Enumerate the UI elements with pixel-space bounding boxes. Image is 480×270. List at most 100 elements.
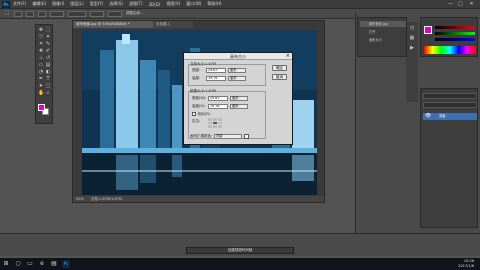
- history-snapshot[interactable]: 城市夜景.jpg: [360, 21, 406, 27]
- close-window-button[interactable]: ✕: [467, 1, 476, 8]
- menu-window[interactable]: 窗口(W): [186, 1, 201, 7]
- photoshop-logo: Ps: [2, 0, 10, 8]
- anchor-cell[interactable]: [213, 118, 217, 121]
- style-select[interactable]: [68, 10, 86, 17]
- properties-panel-icon[interactable]: ▦: [409, 36, 415, 41]
- shape-tool-icon[interactable]: ▢: [45, 84, 51, 89]
- eraser-icon[interactable]: ▭: [38, 63, 44, 68]
- path-select-icon[interactable]: ➤: [38, 84, 44, 89]
- cancel-button[interactable]: 取消: [272, 74, 287, 80]
- type-tool-icon[interactable]: T: [45, 77, 51, 82]
- zoom-level[interactable]: 50%: [76, 197, 84, 201]
- healing-brush-icon[interactable]: ✚: [38, 49, 44, 54]
- height-field[interactable]: [108, 10, 122, 17]
- red-slider[interactable]: [435, 26, 475, 29]
- minimize-button[interactable]: —: [446, 1, 455, 8]
- anchor-cell[interactable]: [208, 125, 212, 128]
- menu-3d[interactable]: 3D(D): [149, 2, 161, 7]
- create-video-timeline-button[interactable]: 创建视频时间轴: [186, 247, 294, 254]
- menu-type[interactable]: 类型(Y): [90, 1, 104, 7]
- taskbar-clock[interactable]: 10:26 2017/1/6: [458, 259, 474, 269]
- layers-panel: 背景 👁: [420, 88, 478, 228]
- magic-wand-icon[interactable]: ✦: [45, 35, 51, 40]
- maximize-button[interactable]: □: [456, 1, 465, 8]
- canvas-size-dialog: 画布大小 × 当前大小:1.67M 宽度: 29.63 厘米 高度: 19.76…: [183, 52, 293, 145]
- layer-row-background[interactable]: 背景: [423, 113, 477, 120]
- browser-icon[interactable]: e: [38, 260, 46, 268]
- history-step[interactable]: 画布大小: [360, 37, 406, 43]
- anchor-cell[interactable]: [213, 125, 217, 128]
- layer-filter-select[interactable]: [423, 93, 477, 99]
- pen-tool-icon[interactable]: ✒: [38, 77, 44, 82]
- color-fg-swatch[interactable]: [424, 26, 432, 34]
- ok-button[interactable]: 确定: [272, 65, 287, 71]
- hand-tool-icon[interactable]: ✋: [38, 91, 44, 96]
- panel-icon-strip: ◷ ▦ ▶: [406, 22, 418, 102]
- folder-icon[interactable]: ▤: [50, 260, 58, 268]
- selection-mode-new[interactable]: [14, 10, 22, 17]
- current-width-label: 宽度:: [192, 68, 201, 72]
- document-tab-2[interactable]: 未标题-1: [153, 21, 193, 28]
- new-width-unit-select[interactable]: 厘米: [230, 96, 248, 101]
- actions-panel-icon[interactable]: ▶: [409, 46, 415, 51]
- menu-layer[interactable]: 图层(L): [70, 1, 83, 7]
- crop-tool-icon[interactable]: ⌗: [38, 42, 44, 47]
- relative-checkbox[interactable]: [192, 112, 196, 116]
- clone-stamp-icon[interactable]: ⊥: [38, 56, 44, 61]
- menu-image[interactable]: 图像(I): [52, 1, 64, 7]
- brush-tool-icon[interactable]: ✐: [45, 49, 51, 54]
- marquee-tool-icon[interactable]: ⬚: [45, 28, 51, 33]
- menu-select[interactable]: 选择(S): [109, 1, 123, 7]
- zoom-tool-icon[interactable]: ⌕: [45, 91, 51, 96]
- selection-mode-add[interactable]: [26, 10, 34, 17]
- anchor-cell-selected[interactable]: [213, 121, 217, 125]
- history-panel-icon[interactable]: ◷: [409, 26, 415, 31]
- anchor-cell[interactable]: [218, 118, 222, 121]
- anchor-cell[interactable]: [208, 121, 212, 125]
- menu-help[interactable]: 帮助(H): [207, 1, 221, 7]
- menu-edit[interactable]: 编辑(E): [32, 1, 46, 7]
- anchor-label: 定位:: [192, 119, 201, 123]
- task-view-icon[interactable]: ▭: [26, 260, 34, 268]
- refine-edge-button[interactable]: 调整边缘...: [126, 11, 143, 16]
- anchor-grid[interactable]: [208, 118, 222, 128]
- visibility-eye-icon[interactable]: 👁: [425, 114, 431, 119]
- photoshop-taskbar-icon[interactable]: Ps: [62, 260, 70, 268]
- lasso-tool-icon[interactable]: ➰: [38, 35, 44, 40]
- menu-file[interactable]: 文件(F): [13, 1, 26, 7]
- menu-view[interactable]: 视图(V): [166, 1, 180, 7]
- dialog-close-icon[interactable]: ×: [286, 53, 290, 60]
- dodge-tool-icon[interactable]: ◐: [45, 70, 51, 75]
- green-slider[interactable]: [435, 32, 475, 35]
- new-height-unit-select[interactable]: 厘米: [230, 104, 248, 109]
- new-width-field[interactable]: 29.63: [208, 96, 228, 101]
- menu-filter[interactable]: 滤镜(T): [129, 1, 143, 7]
- current-height-unit: 厘米: [228, 76, 246, 81]
- color-spectrum[interactable]: [424, 46, 476, 54]
- selection-mode-subtract[interactable]: [38, 10, 46, 17]
- ext-color-swatch[interactable]: [244, 134, 249, 139]
- history-step[interactable]: 打开: [360, 29, 406, 35]
- document-tab[interactable]: 城市夜景.jpg @ 50%(RGB/8#) *: [73, 21, 153, 28]
- blur-tool-icon[interactable]: ◔: [38, 70, 44, 75]
- foreground-color-swatch[interactable]: [38, 104, 45, 111]
- history-brush-icon[interactable]: ↺: [45, 56, 51, 61]
- anchor-cell[interactable]: [218, 125, 222, 128]
- new-height-field[interactable]: 19.76: [208, 104, 228, 109]
- feather-field[interactable]: [50, 10, 64, 17]
- marquee-tool-icon[interactable]: ⬚: [4, 11, 10, 16]
- move-tool-icon[interactable]: ✥: [38, 28, 44, 33]
- ext-color-select[interactable]: 背景: [214, 134, 242, 139]
- dialog-title: 画布大小: [184, 53, 292, 60]
- current-size-label: 当前大小:1.67M: [190, 62, 216, 66]
- blue-slider[interactable]: [435, 38, 475, 41]
- anchor-cell[interactable]: [208, 118, 212, 121]
- search-icon[interactable]: ○: [14, 260, 22, 268]
- start-icon[interactable]: ⊞: [2, 260, 10, 268]
- blend-mode-select[interactable]: [423, 102, 477, 108]
- eyedropper-icon[interactable]: ✎: [45, 42, 51, 47]
- width-field[interactable]: [90, 10, 104, 17]
- document-size: 文档:1.67M/1.67M: [90, 197, 122, 201]
- gradient-tool-icon[interactable]: ▤: [45, 63, 51, 68]
- anchor-cell[interactable]: [218, 121, 222, 125]
